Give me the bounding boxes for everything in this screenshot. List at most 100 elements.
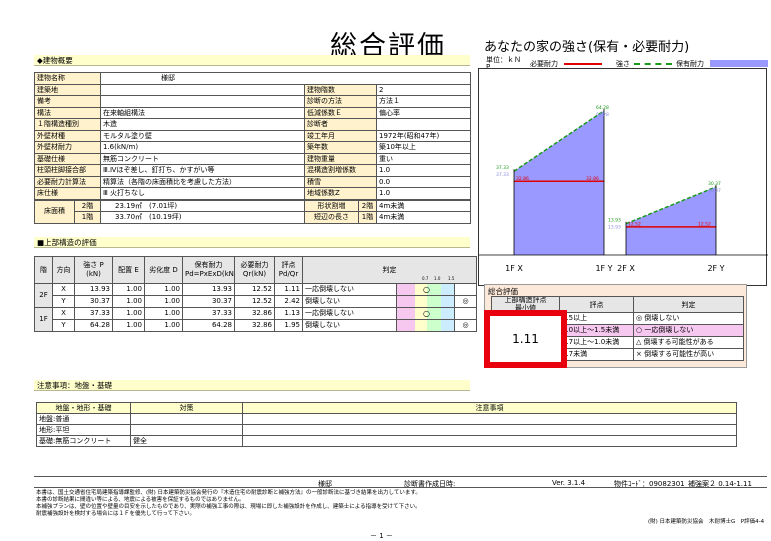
judge-cell: 一応倒壊しない xyxy=(302,283,397,296)
required-value-label: 12.52 xyxy=(698,221,711,227)
strength-value-label: 64.28 xyxy=(596,105,609,111)
judge-cell: 倒壊しない xyxy=(302,295,397,308)
building-field-label: 建築地 xyxy=(34,83,101,96)
held-value-label: 64.28 xyxy=(596,112,609,118)
direction-cell: X xyxy=(52,283,75,296)
building-field-label: 備考 xyxy=(34,95,101,108)
judge-gauge: ○ xyxy=(396,307,455,320)
value-cell-e: 1.00 xyxy=(112,283,145,296)
building-field-label: 竣工年月 xyxy=(304,129,377,142)
floor-area-table: 床面積 2階 23.19㎡ (7.01坪) 形状割増 2階 4m未満 1階 33… xyxy=(34,199,471,224)
building-field-value: モルタル塗り壁 xyxy=(100,129,305,142)
building-row: 構法 在来軸組構法 低減係数Ｅ 偏心率 xyxy=(34,106,472,119)
building-row: 必要耐力計算法 精算法（各階の床面積比を考慮した方法） 積雪 0.0 xyxy=(34,175,472,188)
upper-col-head: 階 xyxy=(34,256,53,284)
judge-gauge xyxy=(396,319,455,332)
building-field-value: 1.6(kN/m) xyxy=(100,141,305,154)
value-cell-pd: 64.28 xyxy=(182,319,235,332)
notes-cell: 地盤:普通 xyxy=(36,413,131,425)
building-field-label: 床仕様 xyxy=(34,187,101,200)
legend-strength-line xyxy=(634,63,672,65)
judge-text: ○ 一応倒壊しない xyxy=(633,324,744,337)
building-row: 備考 診断の方法 方法１ xyxy=(34,95,472,108)
value-cell-qr: 32.86 xyxy=(234,307,275,320)
gauge-marker: ○ xyxy=(423,309,430,318)
value-cell-d: 1.00 xyxy=(144,295,183,308)
held-value-label: 13.93 xyxy=(608,225,621,231)
building-field-value: Ⅲ.Ⅳほぞ差し、釘打ち、かすがい等 xyxy=(100,164,305,177)
held-area xyxy=(626,186,716,255)
building-field-value xyxy=(100,95,305,108)
building-row: 外壁材耐力 1.6(kN/m) 築年数 築10年以上 xyxy=(34,141,472,154)
value-cell-score: 1.95 xyxy=(274,319,303,332)
upper-col-head: 評点 Pd/Qr xyxy=(274,256,303,284)
floor-label: 2F xyxy=(34,283,53,308)
upper-col-head: 劣化度 D xyxy=(144,256,183,284)
notes-cell xyxy=(130,424,243,436)
shape-label: 形状割増 xyxy=(304,199,359,212)
shape-floor-2: 2階 xyxy=(358,199,377,212)
floor-2-label: 2階 xyxy=(74,199,101,212)
required-value-label: 32.86 xyxy=(586,176,599,182)
score-range: 0.7以上～1.0未満 xyxy=(559,336,634,349)
building-row: 床仕様 Ⅲ 火打ちなし 地域係数Z 1.0 xyxy=(34,187,472,200)
notes-row: 地盤:普通 xyxy=(36,413,737,425)
mark-cell xyxy=(453,307,478,320)
building-field-label: １階構造種別 xyxy=(34,118,101,131)
building-field-value: 方法１ xyxy=(375,95,472,108)
strength-chart-svg: 37.3337.33 32.86 1F X 64.2864.28 32.86 1F Y 13… xyxy=(479,105,768,273)
building-field-value: Ⅲ 火打ちなし xyxy=(100,187,305,200)
building-field-value xyxy=(375,118,472,131)
building-field-value: 精算法（各階の床面積比を考慮した方法） xyxy=(100,175,305,188)
building-field-label: 地域係数Z xyxy=(304,187,377,200)
notes-table: 地盤・地形・基礎 対策 注意事項 地盤:普通 地形:平坦 基礎:無筋コンクリート 健全 xyxy=(36,402,737,447)
notes-cell xyxy=(242,435,737,447)
shape-floor-1-value: 4m未満 xyxy=(376,211,471,224)
building-field-label: 建物重量 xyxy=(304,152,377,165)
held-area xyxy=(514,110,604,255)
unit-label: 単位：ｋＮ xyxy=(486,56,521,64)
building-field-label: 積雪 xyxy=(304,175,377,188)
value-cell-d: 1.00 xyxy=(144,307,183,320)
required-value-label: 12.52 xyxy=(628,221,641,227)
building-field-value: 1.0 xyxy=(375,164,472,177)
building-table-wrap: 建物名称 様邸 建築地 建物階数 2 備考 診断の方法 方法１ 構法 在来軸組構法 低減係数Ｅ 偏心率… xyxy=(34,72,472,224)
judge-text: × 倒壊する可能性が高い xyxy=(633,348,744,361)
strength-value-label: 37.33 xyxy=(496,165,509,171)
mark-cell: ◎ xyxy=(453,295,478,308)
building-row: 建築地 建物階数 2 xyxy=(34,83,472,96)
building-field-value: 木造 xyxy=(100,118,305,131)
upper-row: Y 64.28 1.00 1.00 64.28 32.86 1.95 倒壊しない ◎ xyxy=(35,319,478,332)
building-field-label: 柱頭柱脚接合部 xyxy=(34,164,101,177)
mark-cell xyxy=(453,283,478,296)
score-range: 1.0以上～1.5未満 xyxy=(559,324,634,337)
judge-gauge: ○ xyxy=(396,283,455,296)
gauge-marker: ◎ xyxy=(462,321,469,329)
short-side-label: 短辺の長さ xyxy=(304,211,359,224)
building-row: 基礎仕様 無筋コンクリート 建物重量 重い xyxy=(34,152,472,165)
building-field-value: 2 xyxy=(375,83,472,96)
value-cell-p: 37.33 xyxy=(74,307,113,320)
gauge-tick-label: 1.5 xyxy=(448,276,455,281)
floor-2-value: 23.19㎡ (7.01坪) xyxy=(100,199,305,212)
notes-cell xyxy=(242,424,737,436)
required-value-label: 32.86 xyxy=(516,176,529,182)
mark-cell: ◎ xyxy=(453,319,478,332)
gauge-tick-label: 1.0 xyxy=(434,276,441,281)
judge-text: △ 倒壊する可能性がある xyxy=(633,336,744,349)
upper-row: Y 30.37 1.00 1.00 30.37 12.52 2.42 倒壊しない ◎ xyxy=(35,295,478,308)
disclaimer-line: 本書の診断結果に間違い等による、地震による被害を保証するものではありません。 xyxy=(36,497,245,503)
value-cell-p: 13.93 xyxy=(74,283,113,296)
notes-table-wrap: 地盤・地形・基礎 対策 注意事項 地盤:普通 地形:平坦 基礎:無筋コンクリート 健全 xyxy=(36,402,737,447)
page-number: － 1 － xyxy=(370,532,393,540)
notes-col-head: 対策 xyxy=(130,402,243,414)
building-field-label: 混構造割増係数 xyxy=(304,164,377,177)
score-range: 0.7未満 xyxy=(559,348,634,361)
building-field-value: 在来軸組構法 xyxy=(100,106,305,119)
value-cell-e: 1.00 xyxy=(112,307,145,320)
building-field-label: 築年数 xyxy=(304,141,377,154)
building-field-value: 偏心率 xyxy=(375,106,472,119)
x-axis-label: 1F X xyxy=(505,264,523,273)
upper-row: 1F X 37.33 1.00 1.00 37.33 32.86 1.13 一応倒壊しない ○ xyxy=(34,307,478,332)
gauge-marker: ○ xyxy=(423,285,430,294)
